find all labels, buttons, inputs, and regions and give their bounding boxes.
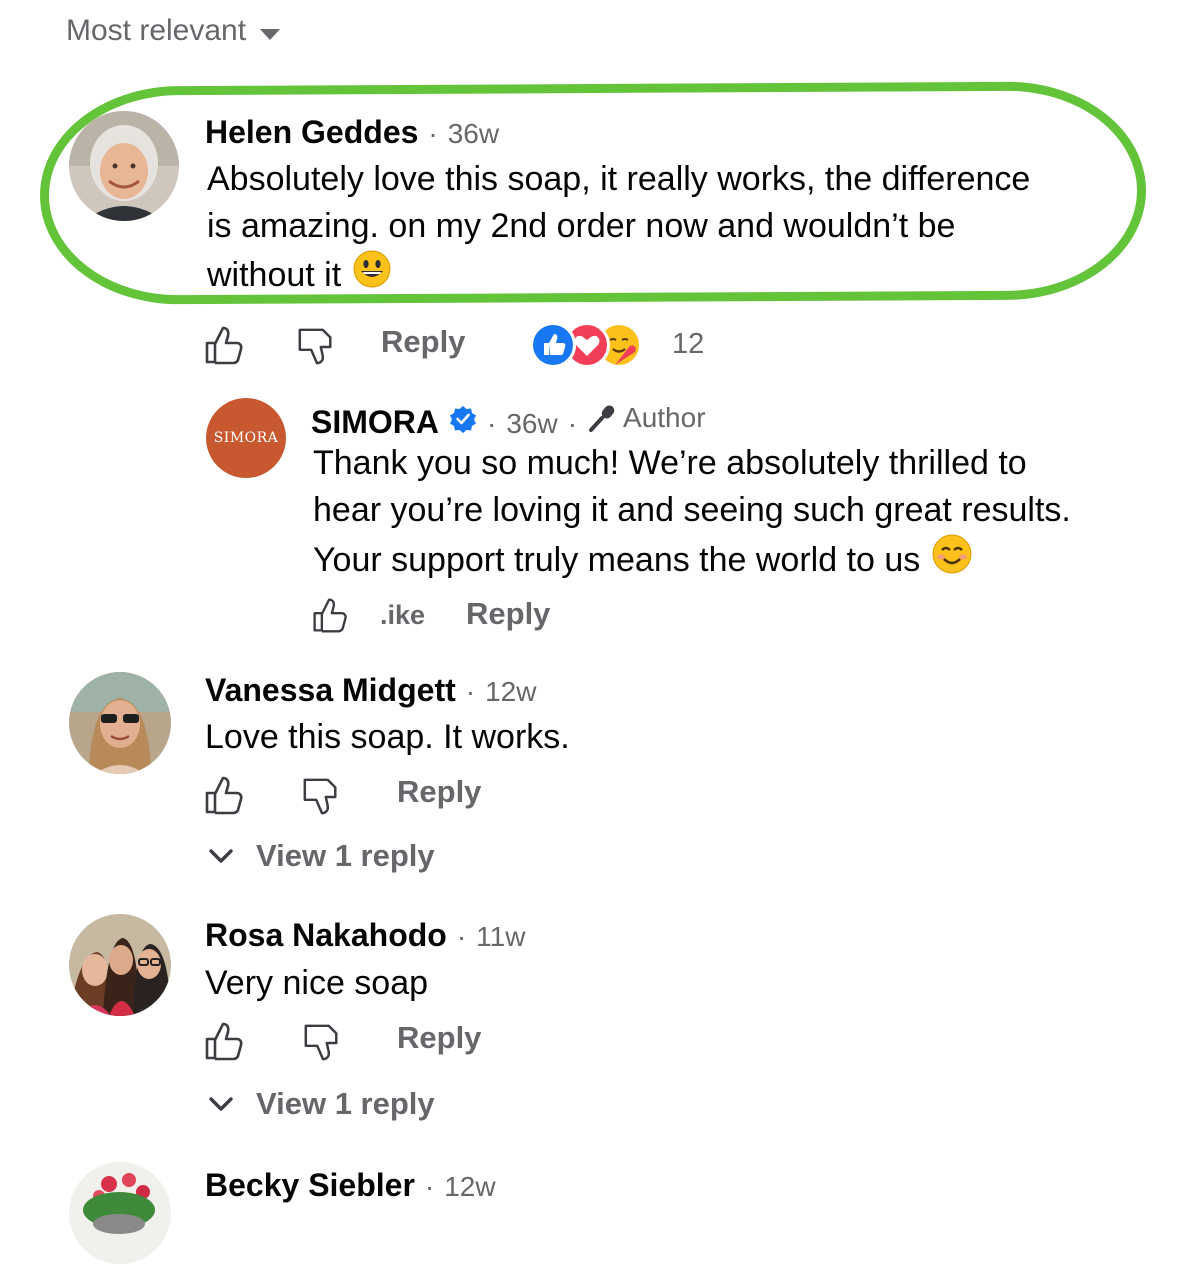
comment-body: Very nice soap	[205, 960, 428, 1007]
avatar[interactable]	[69, 914, 171, 1016]
comment-line: hear you’re loving it and seeing such gr…	[313, 491, 1071, 529]
thumbs-down-icon	[303, 778, 337, 815]
like-reaction-icon	[530, 322, 576, 368]
chevron-down-icon	[209, 1097, 233, 1111]
comment-header: SIMORA · 36w · Author	[311, 402, 706, 441]
dislike-button[interactable]	[296, 326, 336, 371]
author-badge: Author	[587, 402, 706, 434]
comment-body: Absolutely love this soap, it really wor…	[207, 156, 1127, 301]
reply-button[interactable]: Reply	[381, 324, 465, 360]
thumbs-up-icon	[205, 776, 243, 815]
thumbs-down-icon	[304, 1024, 338, 1061]
comment-header: Helen Geddes · 36w	[205, 114, 499, 151]
timestamp[interactable]: 36w	[506, 408, 557, 440]
thumbs-up-icon	[205, 326, 243, 365]
timestamp[interactable]: 12w	[485, 676, 536, 708]
verified-badge-icon	[449, 405, 477, 433]
timestamp[interactable]: 36w	[448, 118, 499, 150]
comment-line: Love this soap. It works.	[205, 718, 570, 756]
view-replies-label: View 1 reply	[256, 838, 435, 873]
dislike-button[interactable]	[301, 776, 341, 821]
like-button[interactable]	[203, 774, 245, 821]
like-button[interactable]	[311, 596, 349, 639]
avatar[interactable]	[69, 672, 171, 774]
reply-button[interactable]: Reply	[397, 1020, 481, 1056]
separator-dot: ·	[428, 118, 438, 149]
reply-button[interactable]: Reply	[466, 596, 550, 632]
thumbs-up-icon	[313, 598, 347, 633]
reply-button[interactable]: Reply	[397, 774, 481, 810]
author-badge-label: Author	[623, 402, 706, 433]
comment-line: Very nice soap	[205, 964, 429, 1002]
view-replies-link[interactable]: View 1 reply	[208, 1086, 435, 1122]
separator-dot: ·	[567, 408, 578, 439]
avatar[interactable]	[69, 111, 179, 221]
reaction-count: 12	[672, 328, 705, 360]
comment-line: Your support truly means the world to us	[313, 541, 921, 579]
avatar-brand-text: SIMORA	[213, 430, 279, 446]
chevron-down-icon	[209, 849, 233, 863]
avatar[interactable]	[69, 1162, 171, 1264]
sort-label: Most relevant	[66, 14, 247, 47]
timestamp[interactable]: 12w	[444, 1171, 495, 1203]
smiling-face-icon	[932, 534, 972, 587]
separator-dot: ·	[487, 408, 497, 439]
separator-dot: ·	[465, 676, 476, 707]
timestamp[interactable]: 11w	[476, 921, 525, 953]
separator-dot: ·	[456, 921, 467, 952]
view-replies-label: View 1 reply	[256, 1086, 435, 1121]
like-label[interactable]: .ike	[380, 600, 425, 631]
comment-header: Becky Siebler · 12w	[205, 1167, 496, 1204]
author-name[interactable]: Becky Siebler	[205, 1167, 415, 1204]
comment-line: without it	[207, 256, 342, 294]
comment-header: Vanessa Midgett · 12w	[205, 672, 536, 709]
author-name[interactable]: Helen Geddes	[205, 114, 418, 151]
author-name[interactable]: Vanessa Midgett	[205, 672, 456, 709]
comment-body: Love this soap. It works.	[205, 714, 570, 761]
separator-dot: ·	[424, 1171, 435, 1202]
caret-down-icon	[260, 28, 281, 40]
comment-line: Thank you so much! We’re absolutely thri…	[313, 444, 1027, 482]
comment-header: Rosa Nakahodo · 11w	[205, 917, 525, 954]
avatar[interactable]: SIMORA	[206, 398, 286, 478]
like-button[interactable]	[203, 1020, 245, 1067]
comment-body: Thank you so much! We’re absolutely thri…	[313, 440, 1173, 587]
reactions-summary[interactable]: 12	[530, 322, 720, 368]
author-name[interactable]: SIMORA	[311, 404, 439, 441]
thumbs-down-icon	[298, 328, 332, 365]
dislike-button[interactable]	[302, 1022, 342, 1067]
comment-line: Absolutely love this soap, it really wor…	[207, 160, 1031, 198]
grinning-face-icon	[353, 250, 391, 301]
comment-line: is amazing. on my 2nd order now and woul…	[207, 207, 956, 245]
sort-dropdown[interactable]: Most relevant	[66, 14, 281, 48]
view-replies-link[interactable]: View 1 reply	[208, 838, 435, 874]
like-button[interactable]	[203, 324, 245, 371]
author-name[interactable]: Rosa Nakahodo	[205, 917, 447, 954]
thumbs-up-icon	[205, 1022, 243, 1061]
microphone-icon	[589, 405, 615, 432]
